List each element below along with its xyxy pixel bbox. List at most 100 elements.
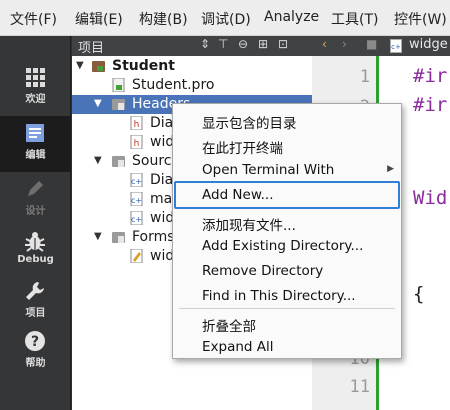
lock-icon: ■ [366,37,378,51]
mode-help[interactable]: ? 帮助 [0,324,71,380]
tree-label: Forms [132,229,175,245]
menu-item-find-in-directory[interactable]: Find in This Directory... [174,285,400,308]
svg-text:h: h [134,120,140,130]
expand-arrow-icon[interactable]: ▼ [94,98,102,109]
menu-item-open-terminal-with[interactable]: Open Terminal With ▶ [174,159,400,182]
mode-label: 项目 [25,308,46,319]
menu-item-show-include-dirs[interactable]: 显示包含的目录 [174,109,400,132]
expand-arrow-icon[interactable]: ▼ [76,60,84,71]
menu-item-label: Find in This Directory... [202,288,356,304]
project-pane-toolbar: 项目 ⇕ ⊤ ⊖ ⊞ ⊡ [72,36,312,56]
headers-folder-icon [112,99,125,110]
mode-sidebar: 欢迎 编辑 设计 Debug 项目 ? 帮助 [0,36,71,410]
tree-label: wid [150,210,175,226]
menu-item-add-existing-files[interactable]: 添加现有文件... [174,211,400,234]
submenu-arrow-icon: ▶ [387,164,394,174]
wrench-icon [26,282,44,300]
menu-analyze[interactable]: Analyze [264,9,319,25]
menu-item-add-new[interactable]: Add New... [174,181,400,209]
menu-file[interactable]: 文件(F) [10,9,57,29]
header-file-icon: h [130,135,143,149]
menu-item-label: 显示包含的目录 [202,116,297,132]
menu-item-label: 在此打开终端 [202,141,283,157]
context-menu: 显示包含的目录 在此打开终端 Open Terminal With ▶ Add … [172,103,402,359]
menu-item-open-terminal-here[interactable]: 在此打开终端 [174,134,400,157]
tree-label: Student.pro [132,77,215,93]
mode-welcome[interactable]: 欢迎 [0,60,71,116]
menu-item-label: 折叠全部 [202,319,256,335]
project-pane-title: 项目 [78,41,105,56]
mode-debug[interactable]: Debug [0,224,71,280]
forward-arrow-icon[interactable]: › [342,37,347,51]
grid-icon [26,68,45,87]
tree-label: ma [150,191,173,207]
filter-icon[interactable]: ⊤ [218,37,228,51]
mode-design[interactable]: 设计 [0,172,71,228]
mode-projects[interactable]: 项目 [0,274,71,330]
svg-text:?: ? [31,334,39,350]
mode-label: 编辑 [25,150,46,161]
forms-folder-icon [112,232,125,243]
menu-item-label: 添加现有文件... [202,218,296,234]
menu-edit[interactable]: 编辑(E) [75,9,123,29]
tree-label: Dia [150,172,174,188]
help-icon: ? [25,331,45,351]
menu-separator [179,308,395,309]
split-add-icon[interactable]: ⊞ [258,37,268,51]
menu-item-collapse-all[interactable]: 折叠全部 [174,312,400,335]
menu-item-add-existing-directory[interactable]: Add Existing Directory... [174,235,400,258]
menu-bar: 文件(F) 编辑(E) 构建(B) 调试(D) Analyze 工具(T) 控件… [0,0,450,36]
menu-tools[interactable]: 工具(T) [331,9,378,29]
menu-build[interactable]: 构建(B) [139,9,188,29]
editor-file-tab[interactable]: widge [409,37,448,52]
tree-label: Dia [150,115,174,131]
menu-item-remove-directory[interactable]: Remove Directory [174,260,400,283]
project-folder-icon [92,61,105,72]
menu-item-label: Add Existing Directory... [202,238,364,254]
pro-file-icon [112,78,125,92]
header-file-icon: h [130,116,143,130]
cpp-file-icon: c+ [390,39,402,53]
bug-icon [25,232,45,252]
menu-item-label: Expand All [202,339,274,355]
sort-updown-icon[interactable]: ⇕ [200,37,210,51]
menu-item-label: Add New... [202,187,274,203]
edit-document-icon [26,124,44,142]
code-line: { [413,283,425,305]
tree-item-root[interactable]: ▼ Student [72,57,312,76]
expand-arrow-icon[interactable]: ▼ [94,155,102,166]
menu-item-label: Remove Directory [202,263,324,279]
svg-text:c+: c+ [131,177,142,186]
svg-text:c+: c+ [391,43,401,51]
svg-text:c+: c+ [131,196,142,205]
menu-item-expand-all[interactable]: Expand All [174,336,400,359]
mode-label: 设计 [25,206,46,217]
expand-arrow-icon[interactable]: ▼ [94,231,102,242]
svg-text:h: h [134,139,140,149]
mode-label: Debug [17,254,54,265]
cpp-file-icon: c+ [130,192,143,206]
pencil-icon [28,181,43,196]
sources-folder-icon [112,156,125,167]
mode-edit[interactable]: 编辑 [0,116,71,172]
tree-item-pro-file[interactable]: Student.pro [72,76,312,95]
link-icon[interactable]: ⊖ [238,37,248,51]
svg-text:c+: c+ [131,215,142,224]
tree-label: wid [150,248,175,264]
code-line: #ir [413,65,448,87]
menu-item-label: Open Terminal With [202,162,335,178]
code-line: #ir [413,94,448,116]
menu-controls[interactable]: 控件(W) [394,9,447,29]
tree-label: wid [150,134,175,150]
back-arrow-icon[interactable]: ‹ [322,37,327,51]
tree-label: Student [112,58,175,74]
menu-debug[interactable]: 调试(D) [201,9,251,29]
editor-toolbar: ‹ › ■ c+ widge [312,36,450,56]
close-pane-icon[interactable]: ⊡ [278,37,288,51]
line-number: 11 [349,377,370,397]
cpp-file-icon: c+ [130,211,143,225]
mode-label: 欢迎 [25,94,46,105]
mode-label: 帮助 [25,358,46,369]
line-number: 1 [359,67,370,87]
code-line: Wid [413,187,448,209]
